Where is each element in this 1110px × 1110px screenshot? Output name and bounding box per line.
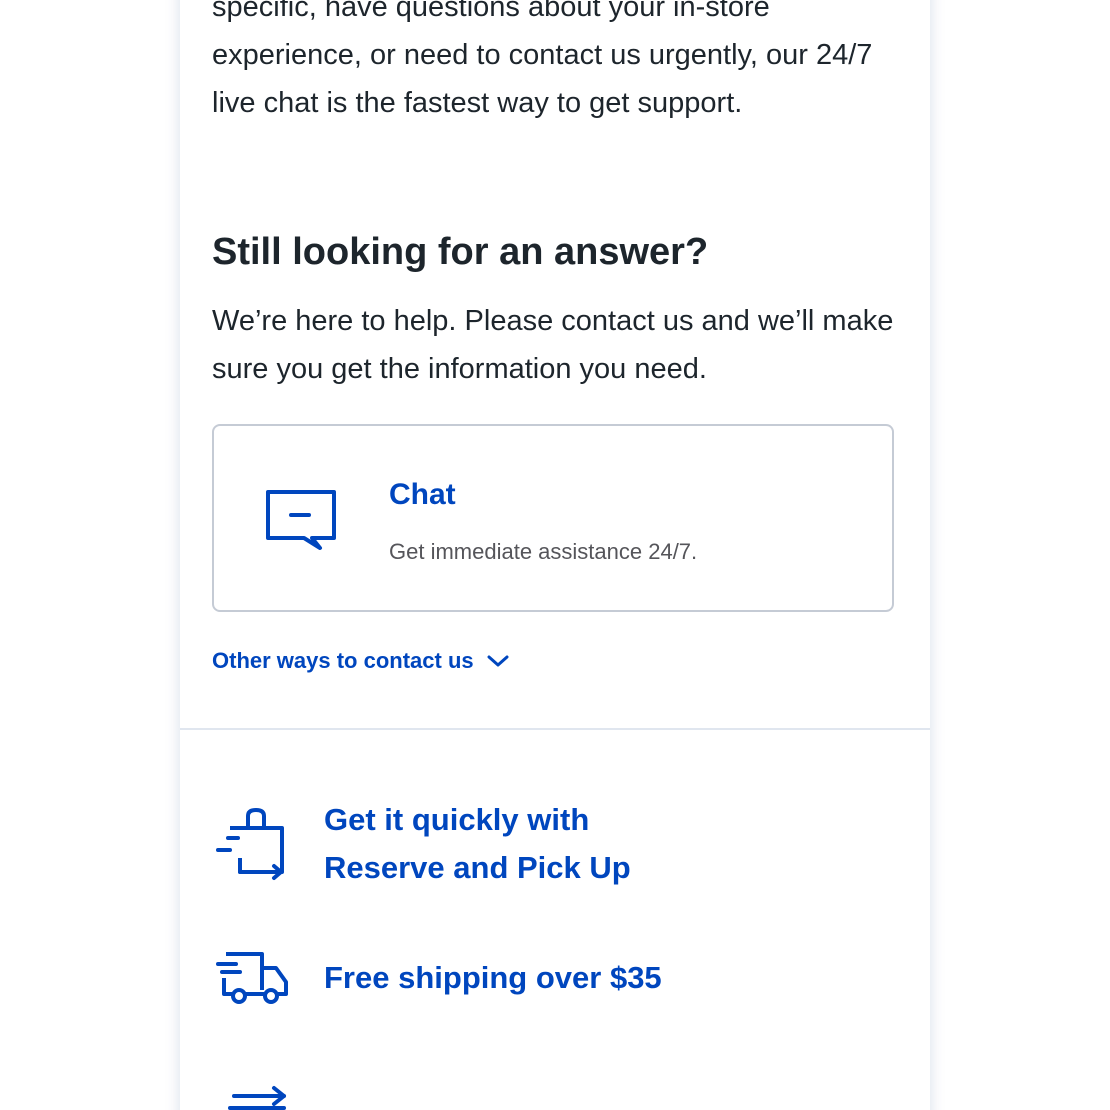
chat-subtitle: Get immediate assistance 24/7. — [389, 539, 698, 564]
chat-card[interactable]: Chat Get immediate assistance 24/7. — [212, 424, 894, 612]
chat-title: Chat — [389, 478, 456, 511]
section-divider — [180, 728, 930, 730]
other-ways-label: Other ways to contact us — [212, 648, 474, 673]
help-heading: Still looking for an answer? — [212, 231, 709, 273]
feature-fast[interactable] — [214, 1078, 684, 1110]
shopping-bag-pickup-icon — [216, 807, 284, 880]
chevron-down-icon — [487, 655, 509, 667]
chat-bubble-icon — [266, 490, 336, 550]
delivery-truck-icon — [216, 952, 288, 1004]
help-paragraph: We’re here to help. Please contact us an… — [212, 305, 894, 385]
other-ways-toggle[interactable]: Other ways to contact us — [212, 648, 510, 674]
feature-free-shipping[interactable]: Free shipping over $35 — [214, 940, 684, 1016]
intro-paragraph: specific, have questions about your in-s… — [212, 0, 873, 119]
page: specific, have questions about your in-s… — [0, 0, 1110, 1110]
feature-label: Get it quickly with Reserve and Pick Up — [324, 802, 631, 885]
feature-reserve-pickup[interactable]: Get it quickly with Reserve and Pick Up — [214, 796, 684, 892]
fast-arrows-icon — [228, 1086, 286, 1110]
feature-label: Free shipping over $35 — [324, 960, 662, 995]
